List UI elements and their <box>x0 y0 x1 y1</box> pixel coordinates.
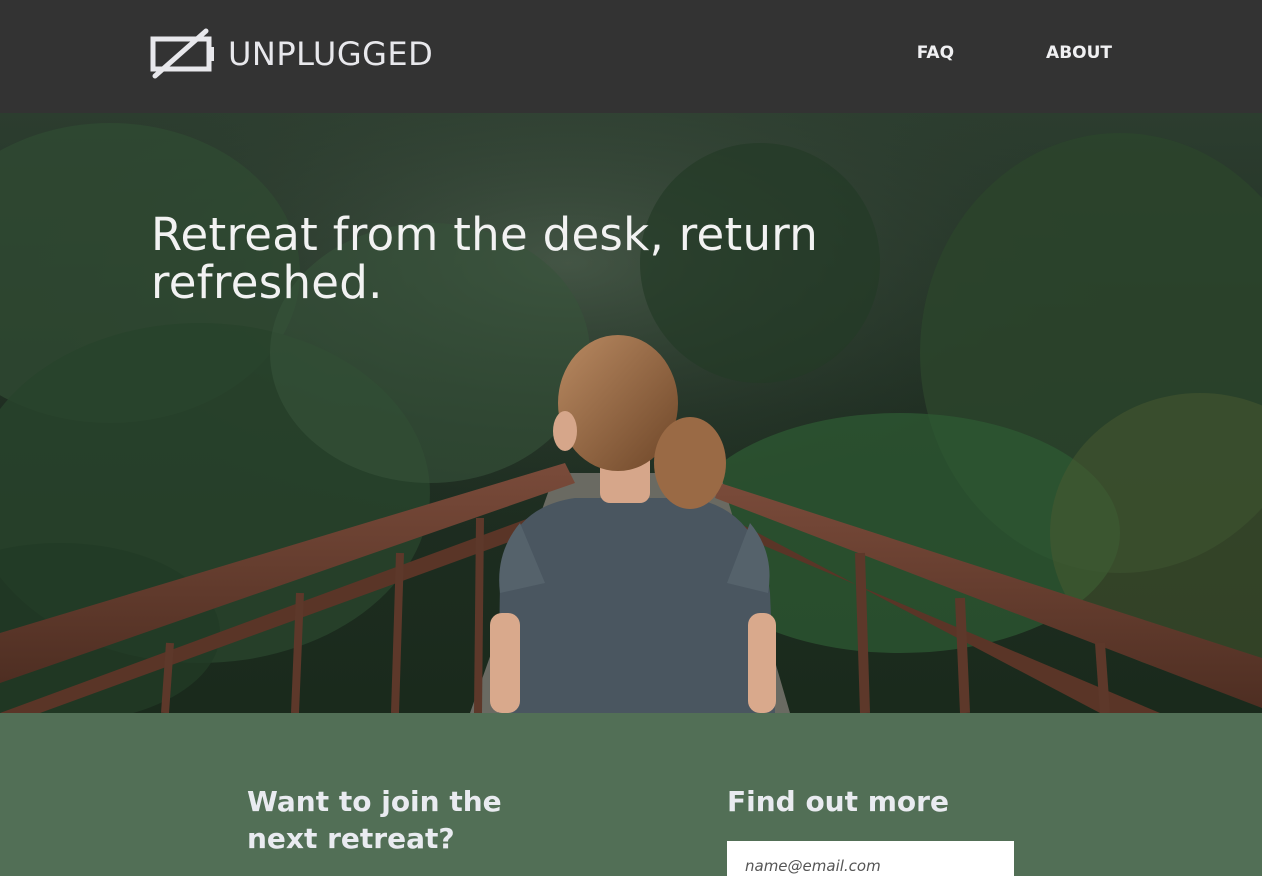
brand-name: UNPLUGGED <box>228 35 434 73</box>
nav-link-faq[interactable]: FAQ <box>917 40 954 66</box>
site-header: UNPLUGGED FAQ ABOUT <box>0 0 1262 113</box>
find-out-more-heading: Find out more <box>727 785 949 818</box>
main-nav: FAQ ABOUT <box>917 40 1112 66</box>
hero-section: Retreat from the desk, return refreshed. <box>0 113 1262 713</box>
hero-image <box>0 113 1262 713</box>
email-field[interactable] <box>727 841 1014 876</box>
signup-section: Want to join the next retreat? Find out … <box>0 713 1262 876</box>
battery-slash-icon <box>150 28 214 79</box>
hero-headline: Retreat from the desk, return refreshed. <box>151 208 819 309</box>
nav-link-about[interactable]: ABOUT <box>1046 40 1112 66</box>
join-heading: Want to join the next retreat? <box>247 785 502 855</box>
brand-logo[interactable]: UNPLUGGED <box>150 28 433 80</box>
